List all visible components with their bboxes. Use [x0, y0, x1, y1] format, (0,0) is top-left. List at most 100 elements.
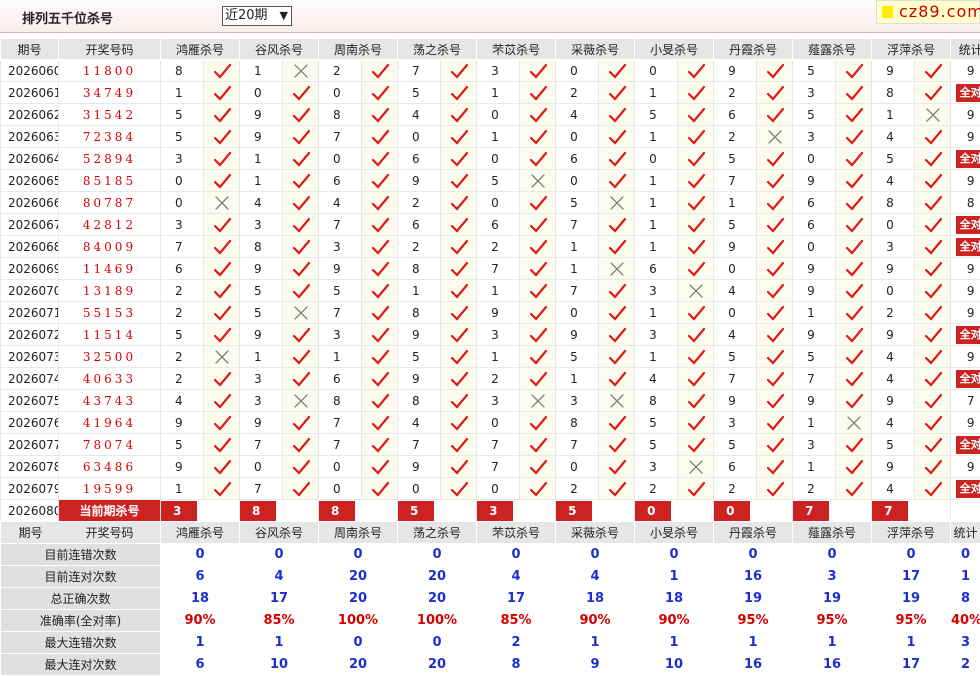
stat-count: 9 [967, 262, 975, 276]
check-icon [528, 415, 548, 431]
kill-number-table: 期号开奖号码鸿雁杀号谷风杀号周南杀号荡之杀号芣苡杀号采薇杀号小旻杀号丹霞杀号薤露… [0, 38, 980, 522]
result-cell [915, 104, 951, 126]
kill-number-cell: 7 [477, 258, 520, 280]
check-icon [212, 415, 232, 431]
result-cell [678, 214, 714, 236]
check-icon [291, 437, 311, 453]
result-cell [520, 390, 556, 412]
period-select[interactable]: 近20期 ▼ [222, 6, 292, 26]
kill-number-cell: 0 [793, 148, 836, 170]
kill-number-cell: 3 [161, 148, 204, 170]
kill-number-cell: 7 [556, 280, 599, 302]
check-icon [765, 349, 785, 365]
check-icon [370, 173, 390, 189]
stat-cell: 全对 [951, 434, 980, 456]
summary-stat: 3 [951, 632, 980, 654]
current-kill-badge: 3 [477, 501, 513, 521]
current-kill-badge: 3 [161, 501, 197, 521]
result-cell [757, 302, 793, 324]
result-cell [599, 434, 635, 456]
check-icon [370, 129, 390, 145]
kill-number-cell: 7 [477, 456, 520, 478]
summary-value: 0 [240, 544, 319, 566]
kill-number-cell: 1 [793, 302, 836, 324]
kill-number-cell: 0 [477, 478, 520, 500]
check-icon [765, 173, 785, 189]
site-logo[interactable]: cz89.com [876, 0, 980, 24]
current-kill-row: 2026080当前期杀号3885350077 [1, 500, 980, 522]
cross-icon [528, 393, 548, 409]
kill-number-cell: 0 [714, 258, 757, 280]
col-header-expert-7: 小旻杀号 [635, 39, 714, 60]
result-cell [283, 434, 319, 456]
result-cell [757, 214, 793, 236]
current-kill-cell: 3 [477, 500, 556, 522]
check-icon [212, 437, 232, 453]
full-correct-badge: 全对 [956, 480, 980, 498]
kill-number-cell: 1 [793, 412, 836, 434]
result-cell [283, 148, 319, 170]
cross-icon [212, 195, 232, 211]
draw-number-cell: 11469 [59, 258, 161, 280]
summary-value: 9 [556, 654, 635, 676]
result-cell [836, 390, 872, 412]
current-kill-cell: 5 [556, 500, 635, 522]
check-icon [449, 305, 469, 321]
kill-number-cell: 4 [872, 346, 915, 368]
kill-number-cell: 5 [635, 412, 678, 434]
kill-number-cell: 1 [240, 60, 283, 82]
result-cell [678, 456, 714, 478]
result-cell [757, 390, 793, 412]
kill-number-cell: 9 [240, 258, 283, 280]
summary-row: 最大连错次数11002111113 [1, 632, 980, 654]
result-cell [520, 302, 556, 324]
kill-number-cell: 3 [161, 214, 204, 236]
result-cell [520, 368, 556, 390]
result-cell [441, 126, 477, 148]
result-cell [204, 214, 240, 236]
result-cell [757, 82, 793, 104]
cross-icon [607, 195, 627, 211]
check-icon [923, 239, 943, 255]
result-cell [757, 104, 793, 126]
check-icon [528, 327, 548, 343]
check-icon [607, 349, 627, 365]
result-cell [599, 192, 635, 214]
check-icon [923, 85, 943, 101]
kill-number-cell: 3 [635, 456, 678, 478]
sum-header-expert-9: 薤露杀号 [793, 522, 872, 544]
kill-number-cell: 5 [477, 170, 520, 192]
result-cell [362, 214, 398, 236]
kill-number-cell: 7 [714, 368, 757, 390]
result-cell [678, 434, 714, 456]
check-icon [212, 173, 232, 189]
draw-number-cell: 78074 [59, 434, 161, 456]
table-row: 20260601180081273009599 [1, 60, 980, 82]
result-cell [599, 214, 635, 236]
summary-row: 目前连对次数642020441163171 [1, 566, 980, 588]
result-cell [836, 258, 872, 280]
summary-value: 4 [556, 566, 635, 588]
result-cell [441, 214, 477, 236]
summary-value: 1 [240, 632, 319, 654]
kill-number-cell: 9 [240, 324, 283, 346]
result-cell [283, 302, 319, 324]
current-kill-cell: 0 [635, 500, 714, 522]
result-cell [283, 126, 319, 148]
col-header-expert-3: 周南杀号 [319, 39, 398, 60]
kill-number-cell: 7 [398, 60, 441, 82]
check-icon [844, 371, 864, 387]
result-cell [204, 478, 240, 500]
kill-number-cell: 8 [161, 60, 204, 82]
summary-row: 总正确次数181720201718181919198 [1, 588, 980, 610]
summary-value: 1 [872, 632, 951, 654]
kill-number-cell: 5 [240, 280, 283, 302]
result-cell [204, 412, 240, 434]
check-icon [686, 393, 706, 409]
result-cell [520, 82, 556, 104]
result-cell [915, 214, 951, 236]
draw-number-cell: 32500 [59, 346, 161, 368]
col-header-expert-4: 荡之杀号 [398, 39, 477, 60]
check-icon [765, 327, 785, 343]
result-cell [915, 478, 951, 500]
